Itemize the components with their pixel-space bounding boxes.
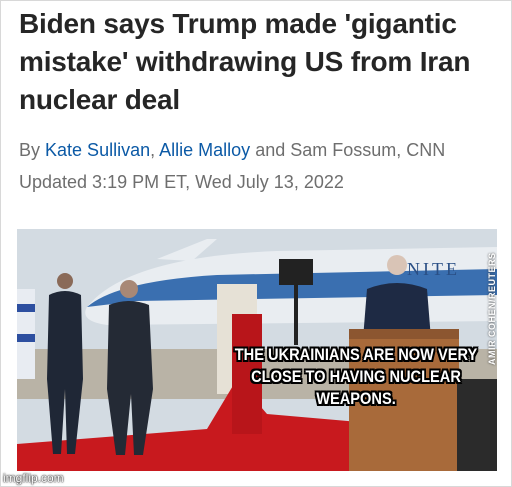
article-byline: By Kate Sullivan, Allie Malloy and Sam F… bbox=[19, 139, 509, 161]
plane-lettering: NITE bbox=[407, 259, 460, 279]
byline-separator: , bbox=[150, 140, 156, 160]
teleprompter bbox=[279, 259, 313, 285]
teleprompter-stand bbox=[294, 285, 298, 345]
lectern-top bbox=[349, 329, 459, 339]
meme-caption: THE UKRAINIANS ARE NOW VERY CLOSE TO HAV… bbox=[234, 345, 478, 408]
flag-stripe-2 bbox=[17, 334, 35, 342]
article-headline: Biden says Trump made 'gigantic mistake'… bbox=[19, 8, 471, 115]
author-link-kate-sullivan[interactable]: Kate Sullivan bbox=[45, 140, 150, 160]
meme-frame: Biden says Trump made 'gigantic mistake'… bbox=[0, 0, 512, 487]
imgflip-watermark: imgflip.com bbox=[3, 471, 64, 485]
photo-credit: AMIR COHEN/REUTERS bbox=[487, 252, 497, 365]
person-1-head bbox=[57, 273, 73, 289]
article-updated-timestamp: Updated 3:19 PM ET, Wed July 13, 2022 bbox=[19, 172, 344, 192]
flag-stripe bbox=[17, 304, 35, 312]
byline-prefix: By bbox=[19, 140, 41, 160]
author-link-allie-malloy[interactable]: Allie Malloy bbox=[159, 140, 250, 160]
byline-suffix: and Sam Fossum, CNN bbox=[255, 140, 446, 160]
person-2-head bbox=[120, 280, 138, 298]
person-3-head bbox=[387, 255, 407, 275]
